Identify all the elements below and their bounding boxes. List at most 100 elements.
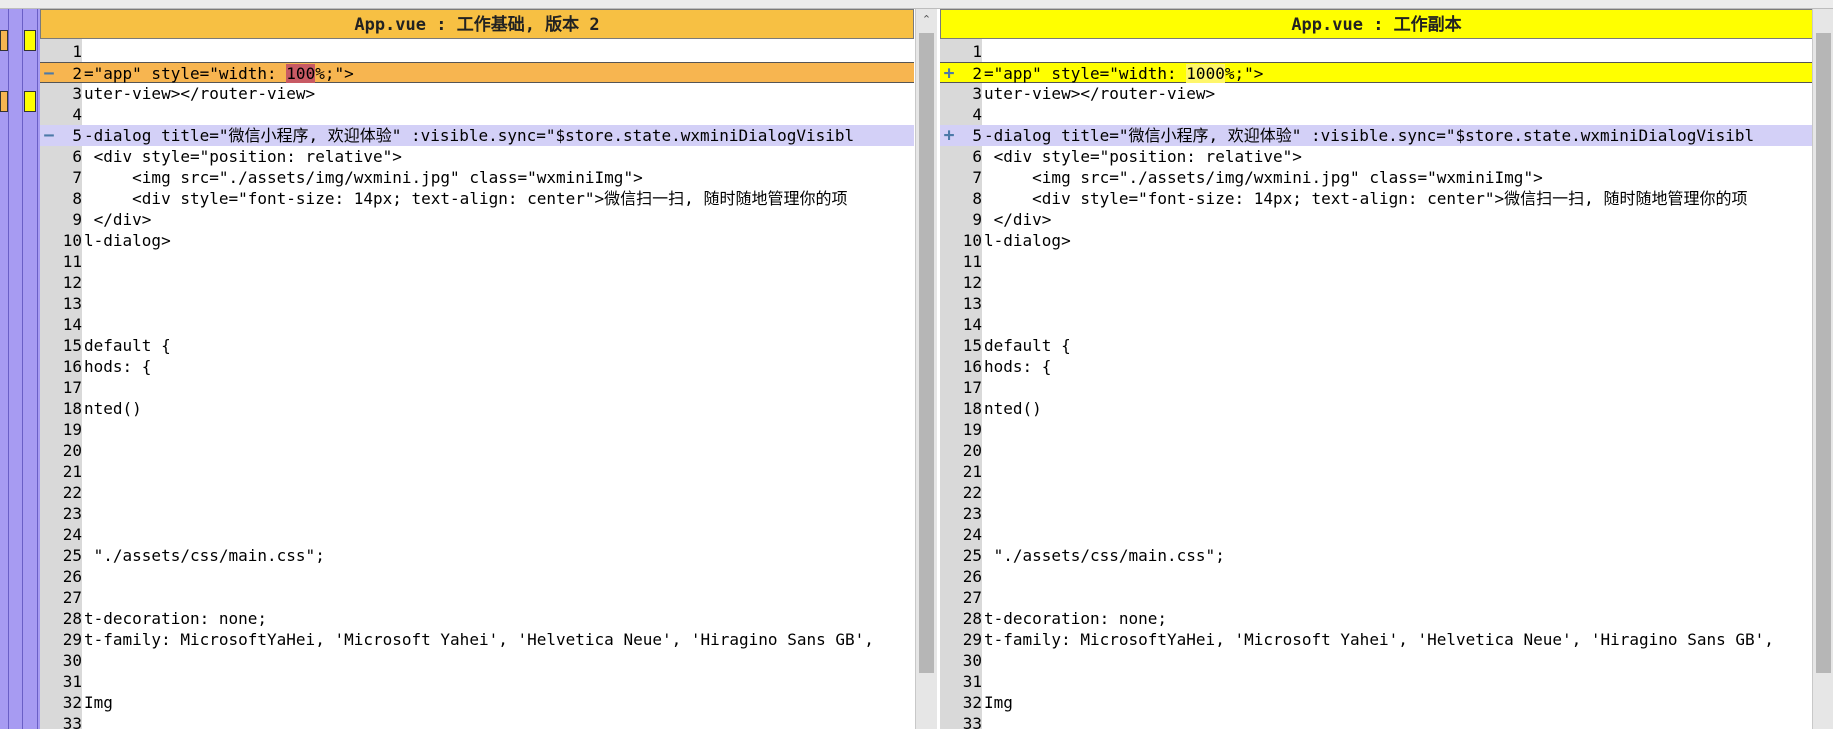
code-line[interactable]: 21 — [40, 461, 914, 482]
code-line[interactable]: 1 — [40, 41, 914, 62]
code-line[interactable]: 9 </div> — [40, 209, 914, 230]
line-number: 32 — [962, 693, 982, 712]
diff-location-bar[interactable] — [0, 9, 40, 729]
line-text: hods: { — [84, 356, 151, 377]
code-line[interactable]: 28 t-decoration: none; — [940, 608, 1813, 629]
code-line[interactable]: 33 — [940, 713, 1813, 729]
left-pane[interactable]: App.vue : 工作基础, 版本 2 1−2 ="app" style="wi… — [40, 9, 937, 729]
line-text: hods: { — [984, 356, 1051, 377]
code-line[interactable]: 12 — [40, 272, 914, 293]
code-line[interactable]: 17 — [40, 377, 914, 398]
left-change-marker[interactable] — [0, 91, 8, 112]
code-line[interactable]: −5 -dialog title="微信小程序, 欢迎体验" :visible.s… — [40, 125, 914, 146]
code-line[interactable]: 4 — [940, 104, 1813, 125]
right-change-marker[interactable] — [24, 91, 36, 112]
code-line[interactable]: 17 — [940, 377, 1813, 398]
line-number: 28 — [962, 609, 982, 628]
code-line[interactable]: 26 — [940, 566, 1813, 587]
code-line[interactable]: 1 — [940, 41, 1813, 62]
code-line[interactable]: 20 — [940, 440, 1813, 461]
code-line[interactable]: 9 </div> — [940, 209, 1813, 230]
code-line[interactable]: 10 l-dialog> — [940, 230, 1813, 251]
line-number: 6 — [972, 147, 982, 166]
code-line[interactable]: 27 — [940, 587, 1813, 608]
code-line[interactable]: 4 — [40, 104, 914, 125]
code-line[interactable]: 22 — [40, 482, 914, 503]
code-line[interactable]: 16 hods: { — [940, 356, 1813, 377]
code-line[interactable]: 15 default { — [40, 335, 914, 356]
code-line[interactable]: 26 — [40, 566, 914, 587]
line-text-segment: default { — [984, 336, 1071, 355]
code-line[interactable]: 31 — [940, 671, 1813, 692]
code-line[interactable]: 22 — [940, 482, 1813, 503]
code-line[interactable]: 23 — [40, 503, 914, 524]
code-line[interactable]: 16 hods: { — [40, 356, 914, 377]
line-text-segment: l-dialog> — [84, 231, 171, 250]
code-line[interactable]: 14 — [40, 314, 914, 335]
code-line[interactable]: 13 — [40, 293, 914, 314]
line-text: uter-view></router-view> — [984, 83, 1215, 104]
code-line[interactable]: 27 — [40, 587, 914, 608]
line-number: 7 — [72, 168, 82, 187]
line-text-segment: default { — [84, 336, 171, 355]
code-line[interactable]: 19 — [40, 419, 914, 440]
line-number: 20 — [62, 441, 82, 460]
right-code-area[interactable]: 1 +2 ="app" style="width: 1000%;"> 3 uter-vi… — [940, 39, 1813, 729]
code-line[interactable]: 3 uter-view></router-view> — [40, 83, 914, 104]
code-line[interactable]: 6 <div style="position: relative"> — [940, 146, 1813, 167]
line-text: <div style="font-size: 14px; text-align:… — [984, 188, 1747, 209]
code-line[interactable]: 14 — [940, 314, 1813, 335]
code-line[interactable]: 8 <div style="font-size: 14px; text-alig… — [40, 188, 914, 209]
code-line[interactable]: 31 — [40, 671, 914, 692]
code-line[interactable]: −2 ="app" style="width: 100%;"> — [40, 62, 914, 84]
code-line[interactable]: 25 "./assets/css/main.css"; — [40, 545, 914, 566]
right-change-marker[interactable] — [24, 30, 36, 51]
code-line[interactable]: 11 — [40, 251, 914, 272]
code-line[interactable]: 10 l-dialog> — [40, 230, 914, 251]
line-text: ="app" style="width: 1000%;"> — [984, 63, 1263, 84]
right-scrollbar[interactable] — [1812, 9, 1833, 729]
code-line[interactable]: 19 — [940, 419, 1813, 440]
code-line[interactable]: 32 Img — [940, 692, 1813, 713]
code-line[interactable]: 33 — [40, 713, 914, 729]
line-number: 13 — [962, 294, 982, 313]
left-change-marker[interactable] — [0, 30, 8, 51]
code-line[interactable]: 6 <div style="position: relative"> — [40, 146, 914, 167]
code-line[interactable]: 11 — [940, 251, 1813, 272]
code-line[interactable]: 29 t-family: MicrosoftYaHei, 'Microsoft Y… — [940, 629, 1813, 650]
code-line[interactable]: 30 — [940, 650, 1813, 671]
code-line[interactable]: 13 — [940, 293, 1813, 314]
right-pane[interactable]: App.vue : 工作副本 1 +2 ="app" style="width: 1… — [940, 9, 1833, 729]
line-number: 22 — [62, 483, 82, 502]
code-line[interactable]: 15 default { — [940, 335, 1813, 356]
left-scroll-thumb[interactable] — [919, 33, 934, 673]
scroll-up-arrow-icon[interactable]: ⌃ — [916, 13, 937, 26]
code-line[interactable]: 28 t-decoration: none; — [40, 608, 914, 629]
code-line[interactable]: 18 nted() — [940, 398, 1813, 419]
code-line[interactable]: 29 t-family: MicrosoftYaHei, 'Microsoft Y… — [40, 629, 914, 650]
code-line[interactable]: 30 — [40, 650, 914, 671]
line-number: 21 — [62, 462, 82, 481]
left-scrollbar[interactable]: ⌃ — [915, 9, 937, 729]
toolbar-strip — [0, 0, 1833, 9]
code-line[interactable]: 32 Img — [40, 692, 914, 713]
code-line[interactable]: 24 — [40, 524, 914, 545]
code-line[interactable]: 23 — [940, 503, 1813, 524]
left-code-area[interactable]: 1−2 ="app" style="width: 100%;"> 3 uter-vie… — [40, 39, 914, 729]
line-text-segment: nted() — [984, 399, 1042, 418]
code-line[interactable]: 8 <div style="font-size: 14px; text-alig… — [940, 188, 1813, 209]
code-line[interactable]: 20 — [40, 440, 914, 461]
code-line[interactable]: 25 "./assets/css/main.css"; — [940, 545, 1813, 566]
code-line[interactable]: +2 ="app" style="width: 1000%;"> — [940, 62, 1813, 84]
code-line[interactable]: 21 — [940, 461, 1813, 482]
right-scroll-thumb[interactable] — [1816, 33, 1831, 673]
code-line[interactable]: 7 <img src="./assets/img/wxmini.jpg" cla… — [40, 167, 914, 188]
code-line[interactable]: +5 -dialog title="微信小程序, 欢迎体验" :visible.s… — [940, 125, 1813, 146]
code-line[interactable]: 18 nted() — [40, 398, 914, 419]
line-number: 4 — [72, 105, 82, 124]
code-line[interactable]: 12 — [940, 272, 1813, 293]
code-line[interactable]: 3 uter-view></router-view> — [940, 83, 1813, 104]
code-line[interactable]: 7 <img src="./assets/img/wxmini.jpg" cla… — [940, 167, 1813, 188]
line-text-segment: <div style="font-size: 14px; text-align:… — [84, 189, 848, 208]
code-line[interactable]: 24 — [940, 524, 1813, 545]
